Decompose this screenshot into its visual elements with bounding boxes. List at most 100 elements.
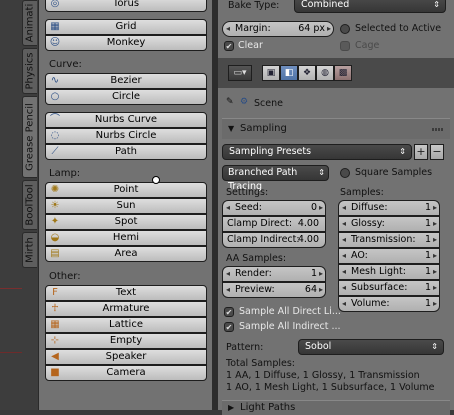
- clamp-indirect-field[interactable]: Clamp Indirect: 4.00: [222, 232, 326, 248]
- increment-arrow-icon: ▸: [432, 299, 437, 308]
- field-label: Clamp Direct:: [227, 218, 293, 229]
- aa-samples-label: AA Samples:: [226, 253, 287, 264]
- transmission-samples-field[interactable]: ◂ Transmission: 1 ▸: [338, 232, 440, 248]
- increment-arrow-icon: ▸: [432, 219, 437, 228]
- scene-context-icon[interactable]: ❖: [298, 65, 316, 81]
- add-lattice-button[interactable]: ▦ Lattice: [45, 317, 207, 333]
- integrator-dropdown[interactable]: Branched Path Tracing ⇕: [222, 165, 329, 192]
- field-label: Diffuse:: [351, 202, 388, 213]
- bake-type-dropdown[interactable]: Combined ⇕: [294, 0, 446, 13]
- add-monkey-button[interactable]: ☺ Monkey: [45, 35, 207, 51]
- field-value: 1: [424, 218, 431, 229]
- increment-arrow-icon: ▸: [432, 267, 437, 276]
- remove-preset-button[interactable]: −: [430, 144, 444, 160]
- add-nurbs-curve-button[interactable]: ⌒ Nurbs Curve: [45, 112, 207, 128]
- drag-grip-icon[interactable]: [432, 128, 444, 131]
- panel-title: Sampling: [240, 123, 287, 134]
- button-label: Area: [114, 248, 138, 259]
- field-label: Subsurface:: [351, 282, 408, 293]
- selected-to-active-checkbox[interactable]: [340, 24, 350, 34]
- glossy-samples-field[interactable]: ◂ Glossy: 1 ▸: [338, 216, 440, 232]
- bezier-icon: ∿: [50, 75, 60, 86]
- button-label: Sun: [116, 200, 136, 211]
- total-samples-line-2: 1 AO, 1 Mesh Light, 1 Subsurface, 1 Volu…: [226, 382, 435, 393]
- clear-checkbox[interactable]: ✔: [224, 41, 234, 51]
- cage-checkbox[interactable]: [340, 41, 350, 51]
- add-grid-button[interactable]: ▦ Grid: [45, 19, 207, 35]
- pattern-dropdown[interactable]: Sobol ⇕: [298, 339, 444, 355]
- grid-icon: ▦: [50, 21, 60, 32]
- render-context-icon[interactable]: ▣: [262, 65, 280, 81]
- button-label: Hemi: [112, 232, 140, 243]
- texture-context-icon[interactable]: ▩: [334, 65, 352, 81]
- add-empty-button[interactable]: ⊹ Empty: [45, 333, 207, 349]
- sampling-panel-header[interactable]: ▼ Sampling: [222, 118, 450, 139]
- add-area-lamp-button[interactable]: ▤ Area: [45, 246, 207, 262]
- mesh-light-samples-field[interactable]: ◂ Mesh Light: 1 ▸: [338, 264, 440, 280]
- add-bezier-button[interactable]: ∿ Bezier: [45, 73, 207, 89]
- add-speaker-button[interactable]: ◀ Speaker: [45, 349, 207, 365]
- dropdown-value: Sampling Presets: [229, 146, 312, 157]
- increment-arrow-icon: ▸: [432, 235, 437, 244]
- add-spot-lamp-button[interactable]: ✦ Spot: [45, 214, 207, 230]
- render-layers-icon[interactable]: ◧: [280, 65, 298, 81]
- field-label: Preview:: [235, 284, 275, 295]
- margin-field[interactable]: ◂ Margin: 64 px ▸: [222, 21, 334, 37]
- sampling-presets-dropdown[interactable]: Sampling Presets ⇕: [222, 144, 412, 160]
- editor-type-icon[interactable]: ▭▾: [228, 65, 252, 81]
- selected-to-active-label: Selected to Active: [355, 23, 442, 34]
- world-context-icon[interactable]: ◍: [316, 65, 334, 81]
- diffuse-samples-field[interactable]: ◂ Diffuse: 1 ▸: [338, 200, 440, 216]
- tab-mirth[interactable]: Mirth: [22, 232, 37, 268]
- volume-samples-field[interactable]: ◂ Volume: 1 ▸: [338, 296, 440, 312]
- other-section-label: Other:: [49, 271, 81, 282]
- button-label: Circle: [111, 91, 141, 102]
- speaker-icon: ◀: [51, 351, 59, 362]
- add-armature-button[interactable]: ☥ Armature: [45, 301, 207, 317]
- preview-samples-field[interactable]: ◂ Preview: 64 ▸: [222, 282, 326, 298]
- increment-arrow-icon: ▸: [326, 24, 331, 33]
- sample-all-direct-checkbox[interactable]: ✔: [224, 307, 234, 317]
- collapse-triangle-icon: ▶: [228, 403, 235, 412]
- samples-label: Samples:: [340, 187, 384, 198]
- 3d-viewport-edge[interactable]: [0, 0, 22, 410]
- tab-physics[interactable]: Physics: [22, 48, 37, 94]
- field-label: Volume:: [351, 298, 390, 309]
- dropdown-arrows-icon: ⇕: [433, 0, 440, 9]
- decrement-arrow-icon: ◂: [226, 203, 231, 212]
- tab-animation[interactable]: Animati: [22, 0, 37, 46]
- add-point-lamp-button[interactable]: ✺ Point: [45, 182, 207, 198]
- seed-field[interactable]: ◂ Seed: 0 ▸: [222, 200, 326, 216]
- tab-grease-pencil[interactable]: Grease Pencil: [22, 96, 37, 178]
- area-lamp-icon: ▤: [50, 248, 60, 259]
- path-icon: ⟋: [51, 146, 59, 157]
- ao-samples-field[interactable]: ◂ AO: 1 ▸: [338, 248, 440, 264]
- clamp-direct-field[interactable]: Clamp Direct: 4.00: [222, 216, 326, 232]
- light-paths-panel-header[interactable]: ▶ Light Paths: [222, 400, 450, 415]
- sample-all-indirect-checkbox[interactable]: ✔: [224, 322, 234, 332]
- add-curve-circle-button[interactable]: ○ Circle: [45, 89, 207, 105]
- button-label: Armature: [102, 303, 150, 314]
- button-label: Grid: [115, 21, 137, 32]
- square-samples-checkbox[interactable]: [340, 168, 350, 178]
- add-sun-lamp-button[interactable]: ☀ Sun: [45, 198, 207, 214]
- monkey-icon: ☺: [49, 37, 61, 48]
- add-camera-button[interactable]: ■ Camera: [45, 365, 207, 381]
- button-label: Text: [115, 287, 137, 298]
- field-value: 1: [424, 234, 431, 245]
- pin-icon[interactable]: ✎: [226, 97, 234, 107]
- add-hemi-lamp-button[interactable]: ◒ Hemi: [45, 230, 207, 246]
- subsurface-samples-field[interactable]: ◂ Subsurface: 1 ▸: [338, 280, 440, 296]
- render-samples-field[interactable]: ◂ Render: 1 ▸: [222, 266, 326, 282]
- field-value: 1: [424, 250, 431, 261]
- lamp-section-label: Lamp:: [49, 168, 81, 179]
- decrement-arrow-icon: ◂: [342, 299, 347, 308]
- add-nurbs-circle-button[interactable]: ◌ Nurbs Circle: [45, 128, 207, 144]
- decrement-arrow-icon: ◂: [226, 285, 231, 294]
- add-text-button[interactable]: F Text: [45, 285, 207, 301]
- add-path-button[interactable]: ⟋ Path: [45, 144, 207, 160]
- dropdown-arrows-icon: ⇕: [431, 342, 438, 351]
- tab-booltool[interactable]: BoolTool: [22, 180, 37, 230]
- add-torus-button[interactable]: ◎ Torus: [45, 0, 207, 12]
- add-preset-button[interactable]: +: [414, 144, 428, 160]
